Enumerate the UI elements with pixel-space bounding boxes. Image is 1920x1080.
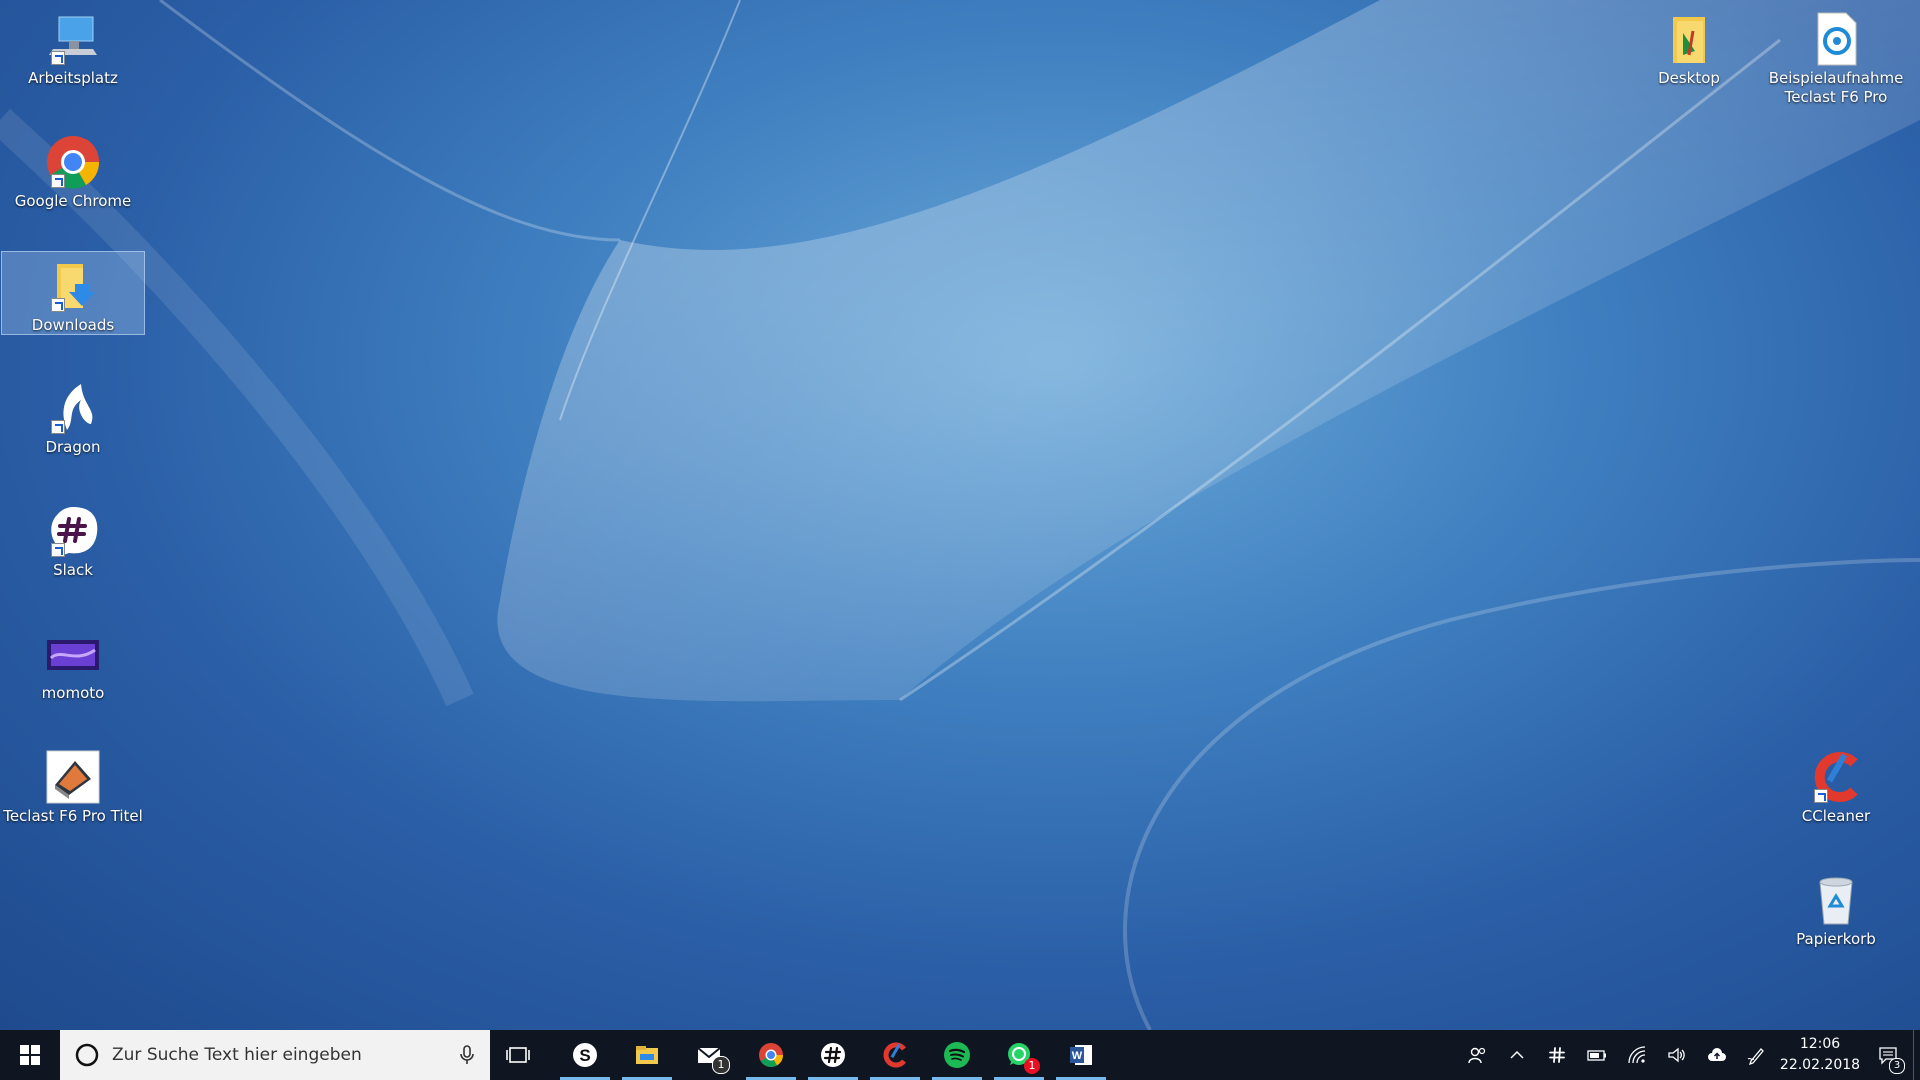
downloads-folder-icon: [45, 258, 101, 314]
volume-button[interactable]: [1657, 1030, 1697, 1080]
desktop-icon-beispielaufnahme[interactable]: Beispielaufnahme Teclast F6 Pro: [1764, 5, 1908, 109]
taskbar-app-file-explorer[interactable]: [616, 1030, 678, 1080]
network-button[interactable]: [1617, 1030, 1657, 1080]
action-center-button[interactable]: 3: [1863, 1030, 1913, 1080]
task-view-button[interactable]: [490, 1030, 546, 1080]
show-hidden-icons-button[interactable]: [1497, 1030, 1537, 1080]
taskbar-app-mail[interactable]: 1: [678, 1030, 740, 1080]
image-file-icon: [45, 749, 101, 805]
desktop-icon-label: Dragon: [45, 438, 101, 456]
taskbar-app-skype[interactable]: S: [554, 1030, 616, 1080]
people-button[interactable]: [1457, 1030, 1497, 1080]
onedrive-button[interactable]: [1697, 1030, 1737, 1080]
spotify-icon: [944, 1042, 970, 1068]
file-explorer-icon: [636, 1046, 658, 1064]
skype-icon: S: [573, 1043, 597, 1067]
battery-icon: [1587, 1050, 1606, 1061]
chrome-icon: [759, 1043, 783, 1068]
taskbar: Zur Suche Text hier eingeben S 1 1 W 12:…: [0, 1030, 1920, 1080]
desktop-icon-google-chrome[interactable]: Google Chrome: [1, 128, 145, 212]
slack-icon: [45, 503, 101, 559]
chrome-icon: [45, 134, 101, 190]
wifi-icon: [1628, 1046, 1646, 1064]
folder-icon: [1661, 11, 1717, 67]
clock-time: 12:06: [1799, 1036, 1841, 1052]
ccleaner-icon: [883, 1042, 906, 1068]
desktop-icon-teclast-f6-pro-titel[interactable]: Teclast F6 Pro Titel: [1, 743, 145, 827]
slack-icon: [1549, 1047, 1565, 1063]
desktop-icon-label: Slack: [53, 561, 93, 579]
image-file-icon: [45, 626, 101, 682]
desktop-icon-downloads[interactable]: Downloads: [1, 251, 145, 335]
start-button[interactable]: [0, 1030, 60, 1080]
mail-badge: 1: [712, 1056, 730, 1074]
taskbar-app-whatsapp[interactable]: 1: [988, 1030, 1050, 1080]
search-box[interactable]: Zur Suche Text hier eingeben: [60, 1030, 490, 1080]
desktop-icon-ccleaner[interactable]: CCleaner: [1764, 743, 1908, 827]
ccleaner-icon: [1808, 749, 1864, 805]
desktop-icon-label-line2: Teclast F6 Pro: [1784, 88, 1888, 106]
taskbar-app-chrome[interactable]: [740, 1030, 802, 1080]
clock-date: 22.02.2018: [1779, 1057, 1861, 1073]
desktop-icon-papierkorb[interactable]: Papierkorb: [1764, 866, 1908, 950]
cloud-upload-icon: [1708, 1048, 1726, 1061]
pen-workspace-button[interactable]: [1737, 1030, 1777, 1080]
taskbar-app-spotify[interactable]: [926, 1030, 988, 1080]
desktop-icon-arbeitsplatz[interactable]: Arbeitsplatz: [1, 5, 145, 89]
desktop-icon-label: Papierkorb: [1796, 930, 1876, 948]
system-tray: 12:06 22.02.2018 3: [1457, 1030, 1920, 1080]
desktop-icon-momoto[interactable]: momoto: [1, 620, 145, 704]
desktop-icon-label: Desktop: [1658, 69, 1720, 87]
desktop-icon-dragon[interactable]: Dragon: [1, 374, 145, 458]
svg-text:W: W: [1072, 1050, 1083, 1062]
slack-icon: [821, 1043, 845, 1067]
desktop-icon-label: Teclast F6 Pro Titel: [3, 807, 143, 825]
taskbar-app-word[interactable]: W: [1050, 1030, 1112, 1080]
desktop-icon-label: momoto: [41, 684, 105, 702]
clock[interactable]: 12:06 22.02.2018: [1777, 1034, 1863, 1076]
chevron-up-icon: [1510, 1050, 1524, 1059]
svg-text:S: S: [579, 1046, 590, 1065]
desktop-icon-slack[interactable]: Slack: [1, 497, 145, 581]
desktop-icon-label: Google Chrome: [14, 192, 132, 210]
speaker-icon: [1668, 1047, 1685, 1063]
whatsapp-badge: 1: [1024, 1058, 1040, 1074]
desktop-icon-label: CCleaner: [1801, 807, 1871, 825]
tray-slack-button[interactable]: [1537, 1030, 1577, 1080]
people-icon: [1468, 1047, 1486, 1064]
recycle-bin-icon: [1808, 872, 1864, 928]
desktop-icon-desktop[interactable]: Desktop: [1617, 5, 1761, 89]
dragon-icon: [45, 380, 101, 436]
search-placeholder: Zur Suche Text hier eingeben: [112, 1045, 362, 1065]
notification-count-badge: 3: [1889, 1058, 1905, 1074]
taskbar-app-slack[interactable]: [802, 1030, 864, 1080]
word-icon: W: [1070, 1045, 1092, 1065]
battery-button[interactable]: [1577, 1030, 1617, 1080]
task-view-icon: [506, 1047, 530, 1063]
microphone-icon[interactable]: [458, 1044, 476, 1066]
pen-icon: [1747, 1048, 1764, 1065]
desktop-icon-label: Arbeitsplatz: [28, 69, 118, 87]
windows-logo-icon: [20, 1045, 40, 1065]
taskbar-app-ccleaner[interactable]: [864, 1030, 926, 1080]
show-desktop-button[interactable]: [1913, 1030, 1920, 1080]
audio-file-icon: [1808, 11, 1864, 67]
computer-icon: [45, 11, 101, 67]
cortana-icon: [75, 1043, 99, 1067]
desktop-wallpaper: [0, 0, 1920, 1030]
desktop-icon-label-line1: Beispielaufnahme: [1768, 69, 1904, 87]
desktop-icon-label: Downloads: [31, 316, 115, 334]
